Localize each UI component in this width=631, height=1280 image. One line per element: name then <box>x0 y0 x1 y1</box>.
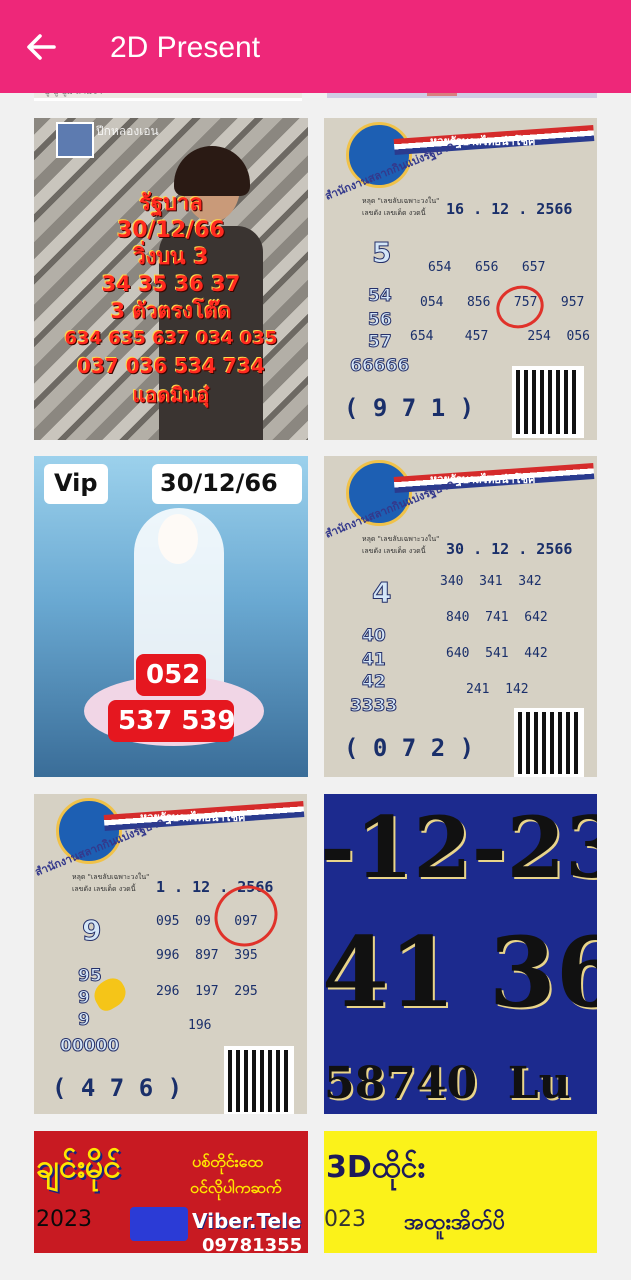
banner-year: 023 <box>324 1207 366 1232</box>
banner-contact: Viber.Tele <box>192 1209 302 1233</box>
sheet-note-2: เลขดัง เลขเด็ด งวดนี้ <box>362 547 426 555</box>
sheet-row-1: 340 341 342 <box>440 574 542 589</box>
image-tile-7[interactable]: ချင်းမိုင် ပစ်တိုင်းထေ ဝင်လိုပါကဆက် 2023… <box>34 1131 308 1253</box>
sheet-two-1: 95 <box>78 966 103 987</box>
sheet-bottom: 00000 <box>59 1036 120 1057</box>
banner-title: ချင်းမိုင် <box>36 1147 121 1185</box>
banner-line-2: ပစ်တိုင်းထေ <box>192 1152 263 1171</box>
sheet-bottom: 3333 <box>349 696 398 717</box>
sheet-code: ( 4 7 6 ) <box>52 1074 183 1102</box>
sheet-row-2: 840 741 642 <box>446 610 548 625</box>
image-tile-2[interactable]: หวยรัฐบาลไทยนำโชค สำนักงานสลากกินแบ่งรัฐ… <box>324 118 597 440</box>
sheet-row-2: 996 897 395 <box>156 948 258 963</box>
red-circle-mark <box>490 279 550 335</box>
sheet-row-3: 296 197 295 <box>156 984 258 999</box>
banner-title: 3Dထိုင်း <box>326 1150 426 1185</box>
sheet-note-1: หลุด "เลขลับเฉพาะวงใน" <box>362 535 440 543</box>
date-label: 30/12/66 <box>160 469 278 497</box>
image-tile-6[interactable]: -12-23 41 36 58740 Lu <box>324 794 597 1114</box>
arrow-left-icon <box>27 34 56 60</box>
sheet-row-1: 654 656 657 <box>428 260 546 275</box>
big-line-2: 41 36 <box>324 916 597 1029</box>
image-tile-4[interactable]: หวยรัฐบาลไทยนำโชค สำนักงานสลากกินแบ่งรัฐ… <box>324 456 597 777</box>
sheet-code: ( 9 7 1 ) <box>344 394 475 422</box>
sheet-date: 16 . 12 . 2566 <box>446 200 573 218</box>
sheet-main-digit: 5 <box>371 236 392 270</box>
number-1: 052 <box>146 660 201 690</box>
banner-year: 2023 <box>36 1207 92 1232</box>
qr-code <box>224 1046 294 1114</box>
banner-line-2: အထူးအိတ်ပိ <box>404 1210 506 1235</box>
banner-line-3: ဝင်လိုပါကဆက် <box>190 1178 282 1197</box>
sheet-row-3: 640 541 442 <box>446 646 548 661</box>
sheet-row-4: 241 142 <box>466 682 529 697</box>
sheet-two-3: 9 <box>78 1010 91 1031</box>
tile-1-text: รัฐบาล 30/12/66 วิ่งบน 3 34 35 36 37 3 ต… <box>64 191 278 407</box>
sheet-code: ( 0 7 2 ) <box>344 734 475 762</box>
sheet-two-2: 56 <box>368 310 393 331</box>
big-line-3: 58740 Lu <box>324 1058 571 1109</box>
qr-code <box>514 708 584 777</box>
3d-logo <box>130 1207 188 1241</box>
sheet-two-3: 57 <box>368 332 393 353</box>
image-tile-8[interactable]: 3Dထိုင်း 023 အထူးအိတ်ပိ <box>324 1131 597 1253</box>
avatar <box>56 122 94 158</box>
image-tile-1[interactable]: ปีกหลองเอน รัฐบาล 30/12/66 วิ่งบน 3 34 3… <box>34 118 308 440</box>
sheet-main-digit: 4 <box>371 576 392 610</box>
sheet-note-2: เลขดัง เลขเด็ด งวดนี้ <box>72 885 136 893</box>
user-name: ปีกหลองเอน <box>96 124 159 138</box>
sheet-row-4: 196 <box>188 1018 212 1033</box>
sheet-two-3: 42 <box>362 672 387 693</box>
sheet-note-1: หลุด "เลขลับเฉพาะวงใน" <box>72 873 150 881</box>
sheet-note-2: เลขดัง เลขเด็ด งวดนี้ <box>362 209 426 217</box>
vip-label: Vip <box>54 469 98 497</box>
app-bar: 2D Present <box>0 0 631 93</box>
sheet-note-1: หลุด "เลขลับเฉพาะวงใน" <box>362 197 440 205</box>
sheet-bottom: 66666 <box>349 356 410 377</box>
sheet-two-1: 54 <box>368 286 393 307</box>
banner-phone: 09781355 <box>202 1235 303 1253</box>
sheet-main-digit: 9 <box>81 914 102 948</box>
qr-code <box>512 366 584 438</box>
page-title: 2D Present <box>110 31 261 64</box>
image-tile-5[interactable]: หวยรัฐบาลไทยนำโชค สำนักงานสลากกินแบ่งรัฐ… <box>34 794 307 1114</box>
sheet-row-3: 654 457 254 056 <box>410 329 591 344</box>
sheet-date: 30 . 12 . 2566 <box>446 540 573 558</box>
sheet-two-2: 9 <box>78 988 91 1009</box>
sheet-two-1: 40 <box>362 626 387 647</box>
sheet-two-2: 41 <box>362 650 387 671</box>
back-button[interactable] <box>24 30 58 64</box>
image-tile-3[interactable]: Vip 30/12/66 052 537 539 <box>34 456 308 777</box>
big-line-1: -12-23 <box>324 798 597 897</box>
number-2: 537 539 <box>118 706 236 736</box>
